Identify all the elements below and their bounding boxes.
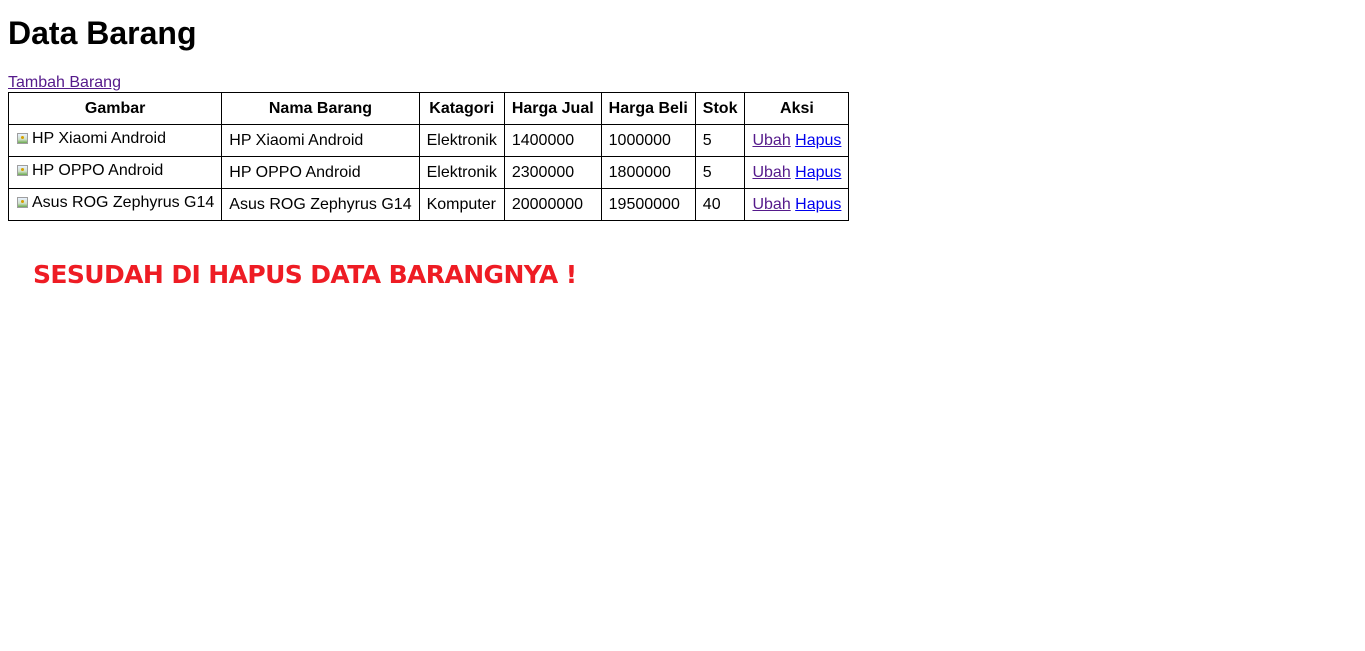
header-harga-beli: Harga Beli (600, 92, 696, 125)
header-aksi: Aksi (744, 92, 850, 125)
cell-image: HP OPPO Android (7, 156, 223, 189)
annotation-text: SESUDAH DI HAPUS DATA BARANGNYA ! (33, 260, 577, 289)
image-alt-text: HP OPPO Android (32, 161, 164, 179)
data-table: Gambar Nama Barang Katagori Harga Jual H… (7, 92, 850, 221)
cell-stock: 40 (694, 188, 746, 221)
cell-actions: Ubah Hapus (744, 124, 850, 157)
header-katagori: Katagori (418, 92, 505, 125)
header-harga-jual: Harga Jual (503, 92, 602, 125)
cell-image: Asus ROG Zephyrus G14 (7, 188, 223, 221)
edit-link[interactable]: Ubah (752, 164, 790, 181)
product-image: HP Xiaomi Android (16, 130, 166, 148)
edit-link[interactable]: Ubah (752, 196, 790, 213)
delete-link[interactable]: Hapus (795, 196, 841, 213)
cell-category: Elektronik (418, 156, 505, 189)
cell-buy-price: 19500000 (600, 188, 696, 221)
product-image: HP OPPO Android (16, 162, 163, 180)
cell-stock: 5 (694, 156, 746, 189)
cell-name: Asus ROG Zephyrus G14 (221, 188, 420, 221)
table-row: Asus ROG Zephyrus G14 Asus ROG Zephyrus … (7, 188, 850, 221)
table-header-row: Gambar Nama Barang Katagori Harga Jual H… (7, 92, 850, 125)
cell-name: HP Xiaomi Android (221, 124, 420, 157)
header-nama-barang: Nama Barang (221, 92, 420, 125)
cell-sell-price: 20000000 (503, 188, 602, 221)
image-alt-text: HP Xiaomi Android (32, 129, 166, 147)
cell-image: HP Xiaomi Android (7, 124, 223, 157)
cell-name: HP OPPO Android (221, 156, 420, 189)
delete-link[interactable]: Hapus (795, 164, 841, 181)
cell-category: Elektronik (418, 124, 505, 157)
table-row: HP Xiaomi Android HP Xiaomi Android Elek… (7, 124, 850, 157)
header-gambar: Gambar (7, 92, 223, 125)
cell-actions: Ubah Hapus (744, 188, 850, 221)
table-row: HP OPPO Android HP OPPO Android Elektron… (7, 156, 850, 189)
broken-image-icon (16, 195, 30, 211)
edit-link[interactable]: Ubah (752, 132, 790, 149)
broken-image-icon (16, 131, 30, 147)
product-image: Asus ROG Zephyrus G14 (16, 194, 214, 212)
cell-stock: 5 (694, 124, 746, 157)
cell-category: Komputer (418, 188, 505, 221)
cell-buy-price: 1800000 (600, 156, 696, 189)
cell-sell-price: 2300000 (503, 156, 602, 189)
image-alt-text: Asus ROG Zephyrus G14 (32, 193, 215, 211)
cell-sell-price: 1400000 (503, 124, 602, 157)
add-item-link[interactable]: Tambah Barang (8, 73, 121, 92)
cell-actions: Ubah Hapus (744, 156, 850, 189)
broken-image-icon (16, 163, 30, 179)
page-title: Data Barang (8, 15, 197, 51)
header-stok: Stok (694, 92, 746, 125)
cell-buy-price: 1000000 (600, 124, 696, 157)
delete-link[interactable]: Hapus (795, 132, 841, 149)
